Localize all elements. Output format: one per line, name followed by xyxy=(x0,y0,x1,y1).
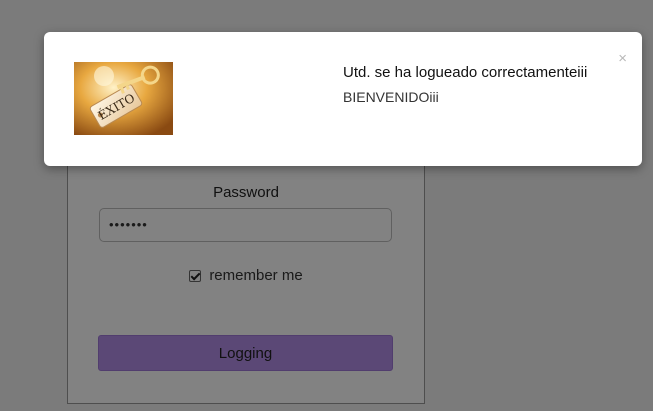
modal-message: BIENVENIDOiii xyxy=(343,89,439,105)
modal-title: Utd. se ha logueado correctamenteiii xyxy=(343,64,588,81)
success-modal: ÉXITO Utd. se ha logueado correctamentei… xyxy=(44,32,642,166)
close-icon[interactable]: × xyxy=(618,51,627,66)
exito-keys-image: ÉXITO xyxy=(74,62,173,135)
